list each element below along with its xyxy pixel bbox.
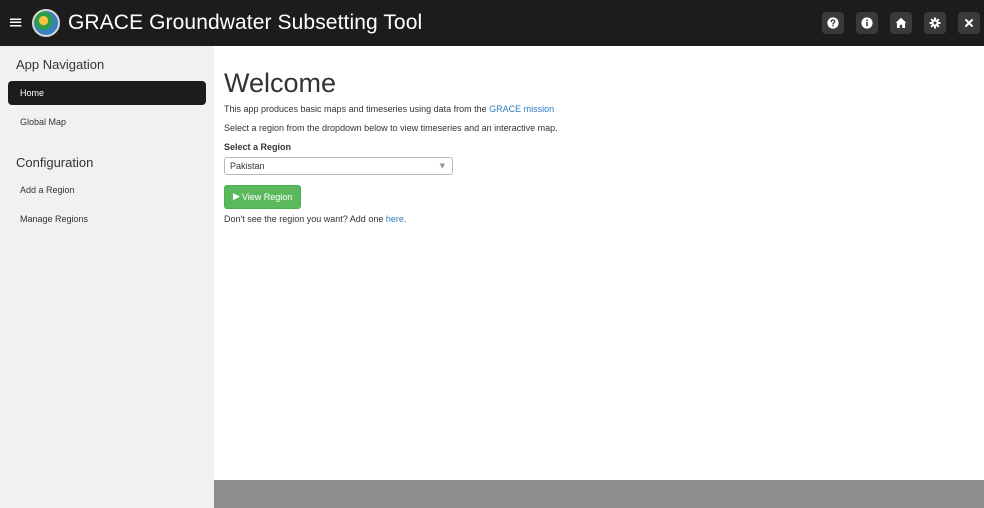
grace-mission-link[interactable]: GRACE mission (489, 104, 554, 114)
home-icon (895, 17, 907, 28)
add-region-text: Don't see the region you want? Add one (224, 214, 386, 224)
nav-heading: App Navigation (16, 57, 105, 72)
gear-icon (929, 17, 941, 29)
header-actions (822, 0, 984, 46)
selected-region-value: Pakistan (230, 161, 265, 171)
question-circle-icon (827, 17, 839, 29)
info-circle-icon (861, 17, 873, 29)
region-select[interactable]: Pakistan ▼ (224, 157, 453, 175)
page-title: Welcome (224, 68, 337, 98)
globe-logo-icon (32, 9, 60, 37)
play-icon: ▶ (233, 192, 240, 202)
close-icon (965, 19, 973, 27)
instruction-text: Select a region from the dropdown below … (224, 123, 558, 133)
main-content: Welcome This app produces basic maps and… (214, 46, 984, 480)
home-button[interactable] (890, 12, 912, 34)
add-region-paragraph: Don't see the region you want? Add one h… (224, 213, 984, 225)
view-region-label: View Region (241, 192, 293, 202)
footer-bar (214, 480, 984, 508)
sidebar-item-home[interactable]: Home (8, 81, 206, 105)
settings-button[interactable] (924, 12, 946, 34)
select-region-label: Select a Region (224, 142, 292, 152)
help-button[interactable] (822, 12, 844, 34)
config-list: Add a Region Manage Regions (0, 178, 214, 231)
sidebar-item-manage-regions[interactable]: Manage Regions (8, 207, 206, 231)
close-button[interactable] (958, 12, 980, 34)
add-region-here-link[interactable]: here (386, 214, 404, 224)
sidebar-item-add-region[interactable]: Add a Region (8, 178, 206, 202)
view-region-button[interactable]: ▶ View Region (224, 185, 302, 209)
app-title: GRACE Groundwater Subsetting Tool (68, 11, 423, 34)
add-region-suffix: . (403, 214, 407, 224)
info-button[interactable] (856, 12, 878, 34)
app-navigation-sidebar: App Navigation Home Global Map Configura… (0, 46, 214, 508)
intro-text: This app produces basic maps and timeser… (224, 104, 490, 114)
app-header: ≡ GRACE Groundwater Subsetting Tool (0, 0, 984, 46)
sidebar-item-global-map[interactable]: Global Map (8, 110, 206, 134)
menu-toggle-icon[interactable]: ≡ (8, 0, 30, 46)
intro-paragraph: This app produces basic maps and timeser… (224, 103, 984, 115)
chevron-down-icon: ▼ (439, 162, 445, 170)
nav-list: Home Global Map (0, 81, 214, 134)
configuration-heading: Configuration (16, 155, 94, 170)
